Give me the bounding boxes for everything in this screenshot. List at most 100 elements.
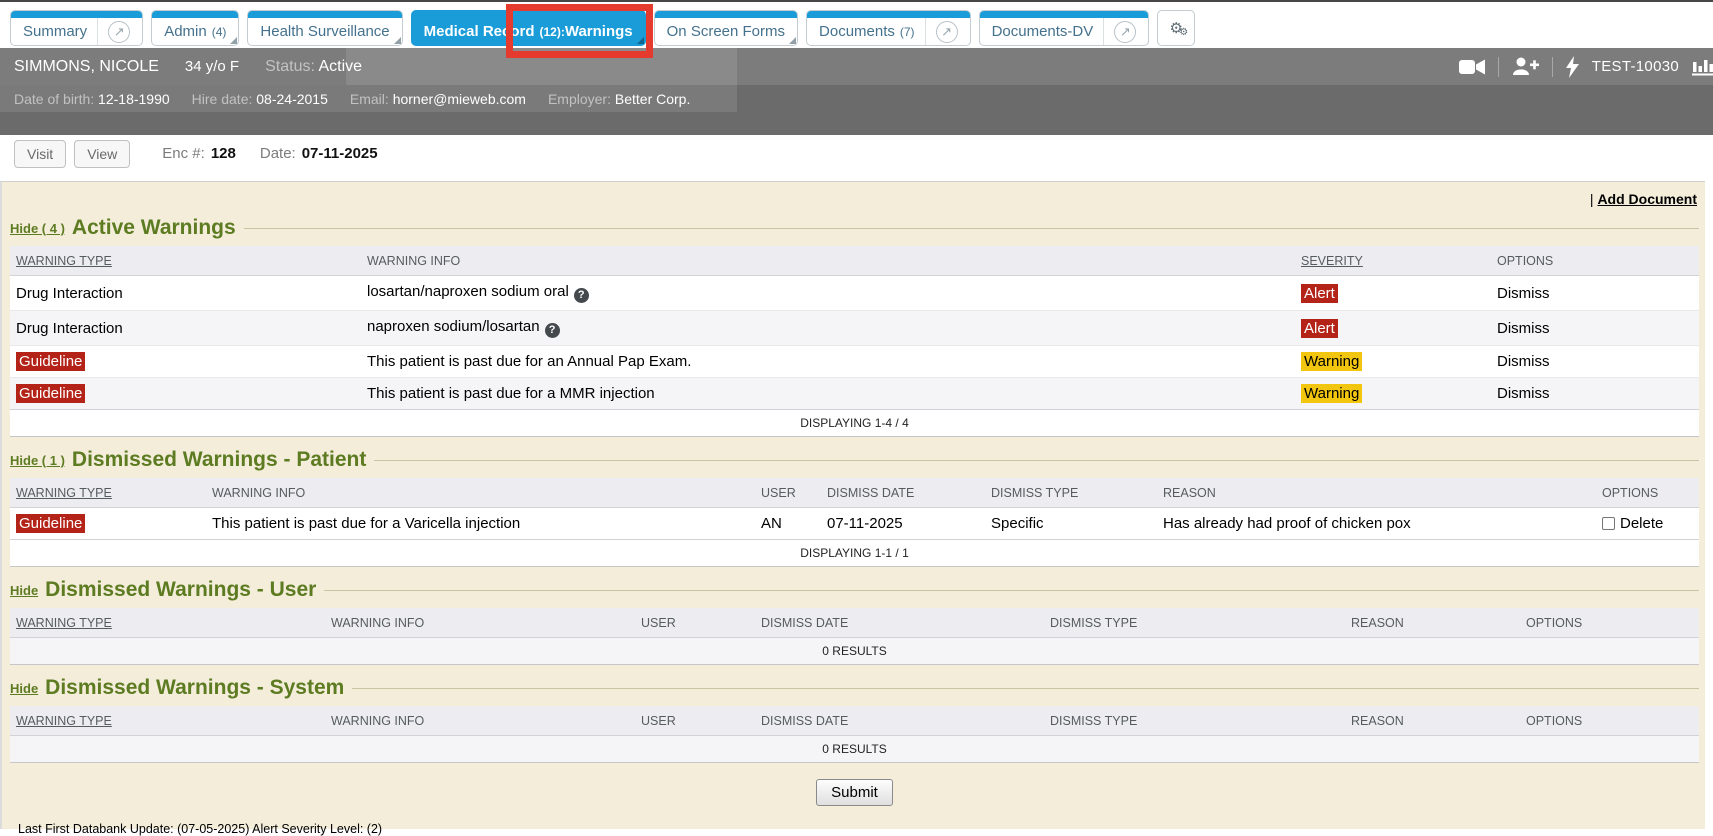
warning-type-cell: Drug Interaction xyxy=(10,311,361,346)
hide-active-warnings-link[interactable]: Hide ( 4 ) xyxy=(10,221,65,236)
dismissed-user-table: WARNING TYPE WARNING INFO USER DISMISS D… xyxy=(10,608,1699,665)
tab-admin[interactable]: Admin (4) xyxy=(151,10,239,46)
table-footer-row: DISPLAYING 1-1 / 1 xyxy=(10,540,1699,567)
lightning-icon[interactable] xyxy=(1566,56,1579,78)
section-rule xyxy=(244,228,1699,229)
dismiss-link[interactable]: Dismiss xyxy=(1497,353,1550,370)
results-count: 0 RESULTS xyxy=(10,736,1699,763)
column-header-options: OPTIONS xyxy=(1491,246,1699,276)
table-row: Guideline This patient is past due for a… xyxy=(10,346,1699,378)
severity-alert-badge: Alert xyxy=(1301,284,1338,303)
tab-divider xyxy=(97,18,98,45)
warning-info-cell: This patient is past due for an Annual P… xyxy=(361,346,1295,378)
dismissed-system-table: WARNING TYPE WARNING INFO USER DISMISS D… xyxy=(10,706,1699,763)
databank-update-note: Last First Databank Update: (07-05-2025)… xyxy=(10,822,1699,836)
section-rule xyxy=(324,590,1699,591)
column-header-warning-type[interactable]: WARNING TYPE xyxy=(10,706,325,736)
warning-type-cell: Guideline xyxy=(10,346,361,378)
warning-info-cell: This patient is past due for a MMR injec… xyxy=(361,378,1295,410)
bar-chart-icon[interactable] xyxy=(1692,57,1713,76)
tab-summary[interactable]: Summary ↗ xyxy=(10,10,143,46)
settings-gear-button[interactable]: ⚙ ⚙ xyxy=(1157,10,1195,46)
column-header-dismiss-date: DISMISS DATE xyxy=(755,608,1044,638)
severity-cell: Warning xyxy=(1295,378,1491,410)
tab-medical-record-suffix: Warnings xyxy=(565,23,633,40)
patient-age-sex: 34 y/o F xyxy=(185,58,239,75)
column-header-warning-type[interactable]: WARNING TYPE xyxy=(10,478,206,508)
column-header-warning-type[interactable]: WARNING TYPE xyxy=(10,608,325,638)
add-document-separator: | xyxy=(1590,191,1594,207)
dismiss-link[interactable]: Dismiss xyxy=(1497,320,1550,337)
dismiss-link[interactable]: Dismiss xyxy=(1497,285,1550,302)
hide-dismissed-user-link[interactable]: Hide xyxy=(10,583,38,598)
column-header-user: USER xyxy=(635,706,755,736)
video-camera-icon[interactable] xyxy=(1459,59,1485,75)
help-icon[interactable]: ? xyxy=(574,288,589,303)
delete-checkbox[interactable] xyxy=(1602,517,1615,530)
active-warnings-table: WARNING TYPE WARNING INFO SEVERITY OPTIO… xyxy=(10,246,1699,437)
hire-date-value: 08-24-2015 xyxy=(256,91,328,107)
tab-medical-record-warnings[interactable]: Medical Record (12): Warnings xyxy=(411,10,646,46)
tab-documents-label: Documents xyxy=(819,23,895,40)
table-row: Drug Interaction naproxen sodium/losarta… xyxy=(10,311,1699,346)
column-header-warning-info: WARNING INFO xyxy=(361,246,1295,276)
dismissed-patient-table: WARNING TYPE WARNING INFO USER DISMISS D… xyxy=(10,478,1699,567)
email-label: Email: xyxy=(350,91,389,107)
column-header-warning-info: WARNING INFO xyxy=(206,478,755,508)
add-user-icon[interactable] xyxy=(1512,57,1539,76)
tab-documents-dv[interactable]: Documents-DV ↗ xyxy=(979,10,1150,46)
tab-summary-label: Summary xyxy=(23,23,87,40)
active-warnings-title: Active Warnings xyxy=(72,216,236,240)
tab-dropdown-fold-icon xyxy=(394,37,401,44)
options-cell: Dismiss xyxy=(1491,276,1699,311)
table-row: Drug Interaction losartan/naproxen sodiu… xyxy=(10,276,1699,311)
tab-dropdown-fold-icon xyxy=(230,37,237,44)
enc-number-label: Enc #: xyxy=(162,145,205,162)
view-button[interactable]: View xyxy=(74,140,130,168)
table-footer-row: 0 RESULTS xyxy=(10,638,1699,665)
popout-icon[interactable]: ↗ xyxy=(108,21,130,43)
tab-dropdown-fold-icon xyxy=(789,37,796,44)
tab-on-screen-forms[interactable]: On Screen Forms xyxy=(654,10,798,46)
dob-value: 12-18-1990 xyxy=(98,91,170,107)
column-header-reason: REASON xyxy=(1157,478,1596,508)
submit-button[interactable]: Submit xyxy=(816,779,893,806)
tab-health-surveillance-label: Health Surveillance xyxy=(260,23,389,40)
severity-cell: Alert xyxy=(1295,276,1491,311)
column-header-warning-type[interactable]: WARNING TYPE xyxy=(10,246,361,276)
column-header-reason: REASON xyxy=(1345,706,1520,736)
tab-documents[interactable]: Documents (7) ↗ xyxy=(806,10,971,46)
column-header-user: USER xyxy=(755,478,821,508)
add-document-link[interactable]: Add Document xyxy=(1597,191,1697,207)
dismiss-date-cell: 07-11-2025 xyxy=(821,508,985,540)
severity-warning-badge: Warning xyxy=(1301,384,1362,403)
hide-dismissed-patient-link[interactable]: Hide ( 1 ) xyxy=(10,453,65,468)
visit-button[interactable]: Visit xyxy=(14,140,66,168)
guideline-badge: Guideline xyxy=(16,384,85,403)
dob-label: Date of birth: xyxy=(14,91,94,107)
guideline-badge: Guideline xyxy=(16,514,85,533)
add-document-row: | Add Document xyxy=(10,182,1699,209)
displaying-count: DISPLAYING 1-1 / 1 xyxy=(10,540,1699,567)
hide-dismissed-system-link[interactable]: Hide xyxy=(10,681,38,696)
options-cell: Dismiss xyxy=(1491,311,1699,346)
guideline-badge: Guideline xyxy=(16,352,85,371)
tab-health-surveillance[interactable]: Health Surveillance xyxy=(247,10,402,46)
enc-date-value: 07-11-2025 xyxy=(302,145,378,162)
tab-admin-label: Admin xyxy=(164,23,207,40)
options-cell: Dismiss xyxy=(1491,378,1699,410)
warning-type-cell: Drug Interaction xyxy=(10,276,361,311)
tab-on-screen-forms-label: On Screen Forms xyxy=(667,23,785,40)
results-count: 0 RESULTS xyxy=(10,638,1699,665)
popout-icon[interactable]: ↗ xyxy=(936,21,958,43)
help-icon[interactable]: ? xyxy=(545,323,560,338)
dismiss-link[interactable]: Dismiss xyxy=(1497,385,1550,402)
tab-divider xyxy=(925,18,926,45)
warnings-page: | Add Document Hide ( 4 ) Active Warning… xyxy=(0,181,1705,829)
patient-id: TEST-10030 xyxy=(1592,58,1679,75)
column-header-severity[interactable]: SEVERITY xyxy=(1295,246,1491,276)
popout-icon[interactable]: ↗ xyxy=(1114,21,1136,43)
column-header-dismiss-date: DISMISS DATE xyxy=(755,706,1044,736)
tab-divider xyxy=(1103,18,1104,45)
delete-label[interactable]: Delete xyxy=(1620,515,1663,532)
